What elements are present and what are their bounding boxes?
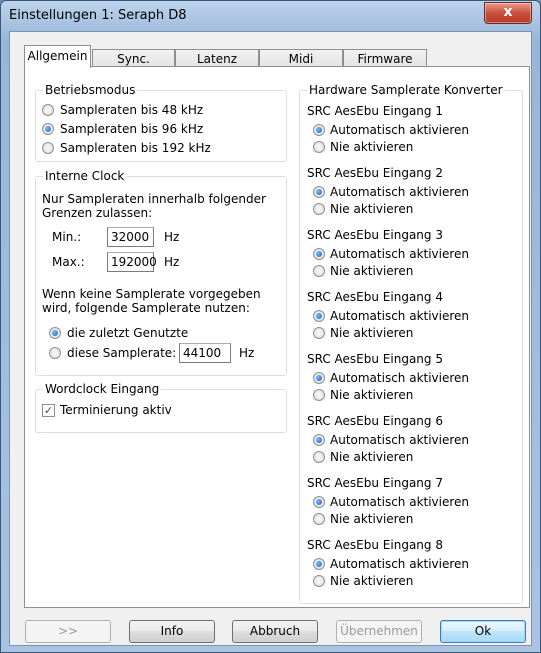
window-title: Einstellungen 1: Seraph D8 [9,8,187,23]
src-input-6-label: SRC AesEbu Eingang 6 [307,414,443,428]
src-7-never-label: Nie aktivieren [330,512,414,526]
radio-192khz[interactable] [42,142,54,154]
src-input-1-label: SRC AesEbu Eingang 1 [307,104,443,118]
settings-dialog: Einstellungen 1: Seraph D8 x Allgemein S… [0,0,541,653]
termination-checkbox[interactable]: ✓ [42,404,55,417]
src-1-never-label: Nie aktivieren [330,140,414,154]
src-4-auto-radio[interactable] [313,310,325,322]
group-title-interne-clock: Interne Clock [43,168,127,184]
tab-firmware[interactable]: Firmware [343,49,427,67]
src-6-never-label: Nie aktivieren [330,450,414,464]
src-7-auto-radio[interactable] [313,496,325,508]
src-5-auto-label: Automatisch aktivieren [330,371,470,385]
clock-description-line2: Grenzen zulassen: [42,206,153,220]
radio-48khz[interactable] [42,104,54,116]
group-title-src: Hardware Samplerate Konverter [307,82,505,98]
tab-panel-allgemein: Betriebsmodus Sampleraten bis 48 kHz Sam… [24,66,530,608]
src-5-auto-radio[interactable] [313,372,325,384]
ok-button[interactable]: Ok [440,620,526,643]
src-7-never-radio[interactable] [313,513,325,525]
termination-label: Terminierung aktiv [60,403,172,417]
src-4-never-radio[interactable] [313,327,325,339]
group-title-wordclock: Wordclock Eingang [43,381,162,397]
cancel-button[interactable]: Abbruch [232,620,318,643]
label-fixed-rate: diese Samplerate: [67,346,177,360]
src-input-5-label: SRC AesEbu Eingang 5 [307,352,443,366]
src-3-never-label: Nie aktivieren [330,264,414,278]
src-4-auto-label: Automatisch aktivieren [330,309,470,323]
fallback-description-line1: Wenn keine Samplerate vorgegeben [42,287,261,301]
dialog-client-area: Allgemein Sync. Latenz Midi Firmware Bet… [9,31,532,646]
src-input-2-label: SRC AesEbu Eingang 2 [307,166,443,180]
max-label: Max.: [52,255,85,269]
radio-fixed-rate[interactable] [49,347,61,359]
src-input-7-label: SRC AesEbu Eingang 7 [307,476,443,490]
label-48khz: Sampleraten bis 48 kHz [60,103,204,117]
tab-allgemein[interactable]: Allgemein [24,45,91,68]
more-button[interactable]: >> [25,620,111,643]
tab-latenz[interactable]: Latenz [175,49,259,67]
radio-96khz[interactable] [42,123,54,135]
src-input-3-label: SRC AesEbu Eingang 3 [307,228,443,242]
src-8-never-label: Nie aktivieren [330,574,414,588]
src-6-auto-label: Automatisch aktivieren [330,433,470,447]
src-4-never-label: Nie aktivieren [330,326,414,340]
info-button[interactable]: Info [129,620,215,643]
src-3-auto-radio[interactable] [313,248,325,260]
fixed-samplerate-input[interactable]: 44100 [179,343,231,363]
title-bar[interactable]: Einstellungen 1: Seraph D8 x [1,1,540,31]
src-1-auto-label: Automatisch aktivieren [330,123,470,137]
max-unit: Hz [164,255,180,269]
min-unit: Hz [164,230,180,244]
src-8-auto-label: Automatisch aktivieren [330,557,470,571]
src-8-never-radio[interactable] [313,575,325,587]
tab-midi[interactable]: Midi [259,49,343,67]
radio-last-used-rate[interactable] [49,327,61,339]
max-samplerate-input[interactable]: 192000 [107,252,157,272]
label-last-used-rate: die zuletzt Genutzte [67,326,189,340]
src-input-4-label: SRC AesEbu Eingang 4 [307,290,443,304]
clock-description-line1: Nur Sampleraten innerhalb folgender [42,192,266,206]
src-2-auto-radio[interactable] [313,186,325,198]
label-96khz: Sampleraten bis 96 kHz [60,122,204,136]
src-2-never-label: Nie aktivieren [330,202,414,216]
src-6-auto-radio[interactable] [313,434,325,446]
fixed-rate-unit: Hz [239,346,255,360]
src-7-auto-label: Automatisch aktivieren [330,495,470,509]
src-8-auto-radio[interactable] [313,558,325,570]
src-5-never-label: Nie aktivieren [330,388,414,402]
label-192khz: Sampleraten bis 192 kHz [60,141,211,155]
min-label: Min.: [52,230,82,244]
min-samplerate-input[interactable]: 32000 [107,227,154,247]
fallback-description-line2: wird, folgende Samplerate nutzen: [42,301,250,315]
apply-button[interactable]: Übernehmen [336,620,422,643]
src-1-never-radio[interactable] [313,141,325,153]
src-3-auto-label: Automatisch aktivieren [330,247,470,261]
src-input-8-label: SRC AesEbu Eingang 8 [307,538,443,552]
src-2-auto-label: Automatisch aktivieren [330,185,470,199]
group-title-betriebsmodus: Betriebsmodus [43,82,138,98]
close-button[interactable]: x [484,2,532,24]
src-1-auto-radio[interactable] [313,124,325,136]
src-6-never-radio[interactable] [313,451,325,463]
src-2-never-radio[interactable] [313,203,325,215]
src-3-never-radio[interactable] [313,265,325,277]
src-5-never-radio[interactable] [313,389,325,401]
tab-sync[interactable]: Sync. [92,49,175,67]
